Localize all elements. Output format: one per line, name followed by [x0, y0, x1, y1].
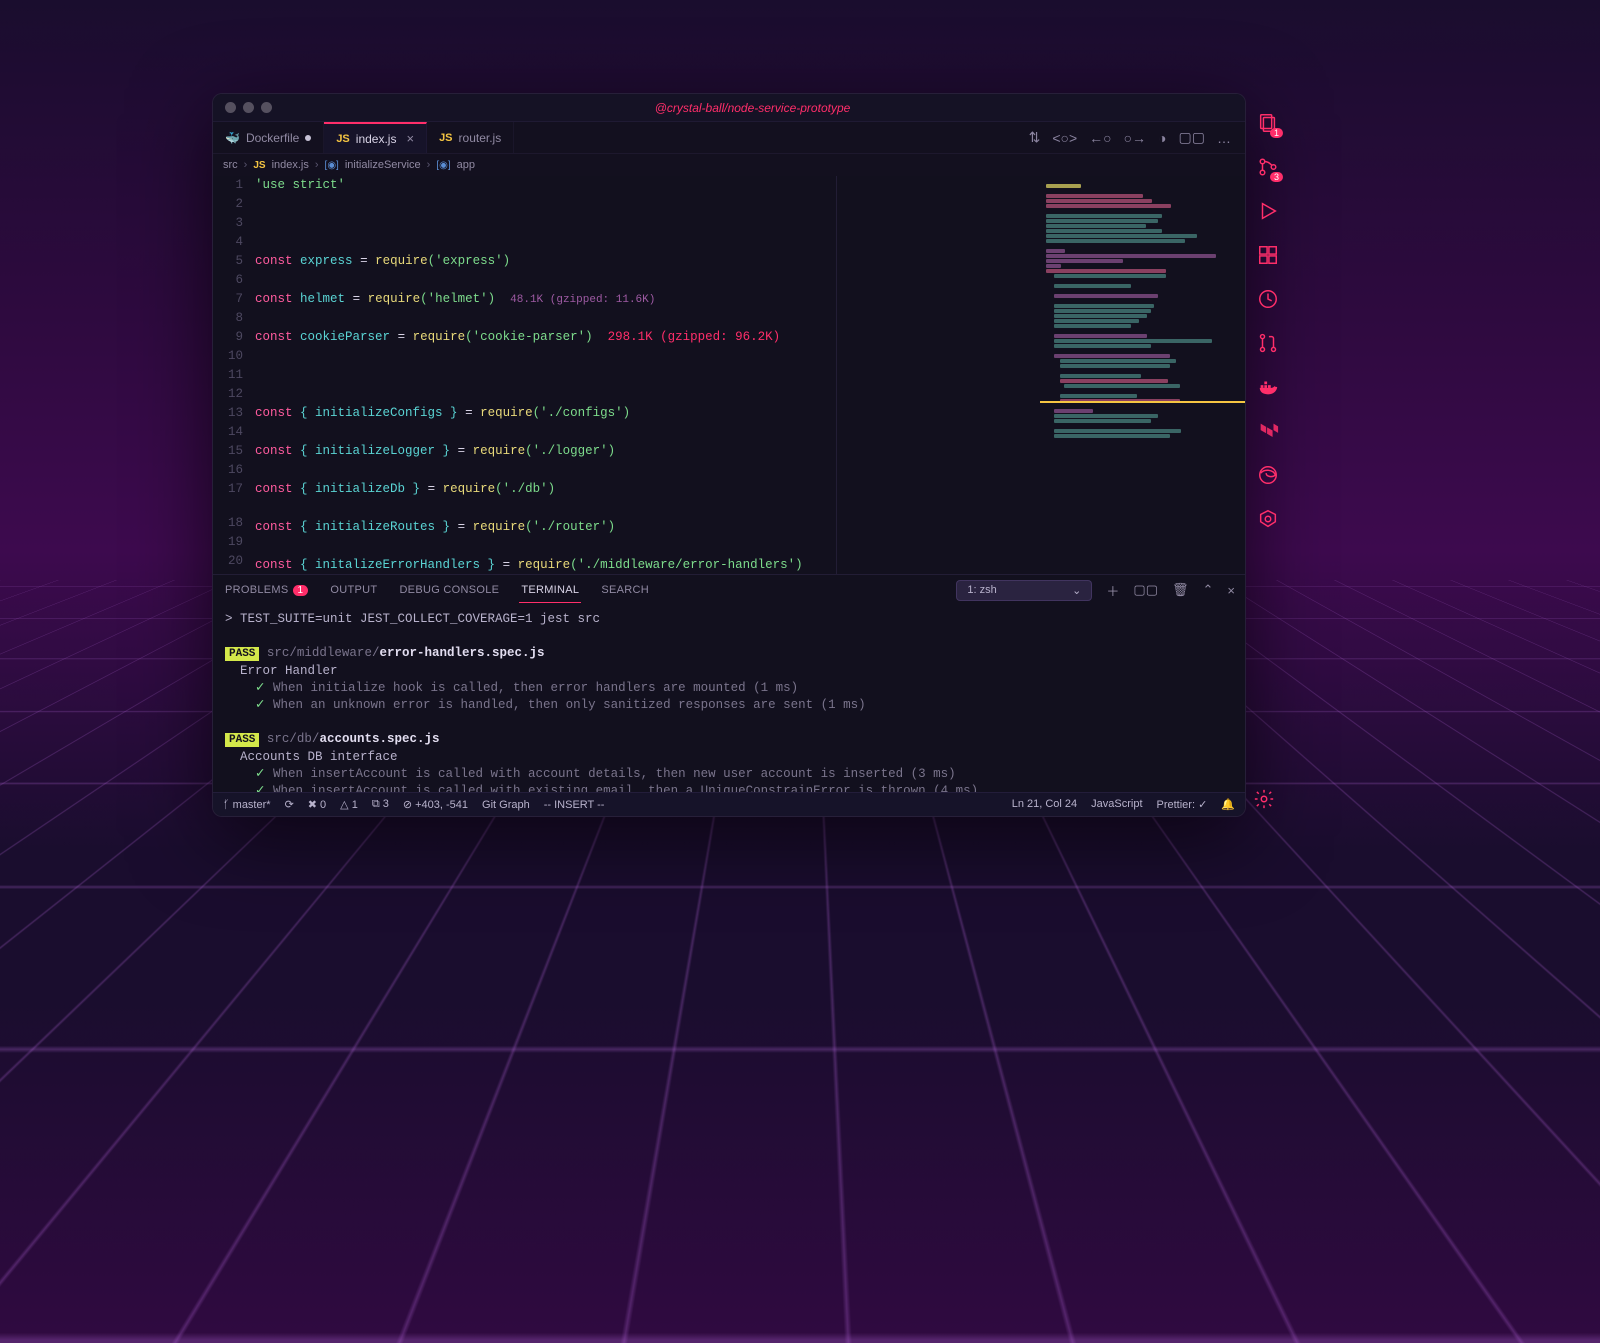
code-editor[interactable]: 1234567891011121314151617181920212223242…	[213, 176, 1040, 574]
chevron-down-icon: ⌄	[1072, 584, 1081, 597]
explorer-icon[interactable]: 1	[1255, 110, 1281, 136]
git-graph[interactable]: Git Graph	[482, 799, 530, 811]
diff-icon[interactable]: <○>	[1052, 130, 1077, 146]
docker-icon[interactable]	[1255, 374, 1281, 400]
git-branch[interactable]: ᚶ master*	[223, 799, 271, 811]
tab-bar: 🐳 Dockerfile JS index.js × JS router.js …	[213, 122, 1245, 154]
run-icon[interactable]: ◑	[1158, 130, 1166, 146]
tab-dockerfile[interactable]: 🐳 Dockerfile	[213, 122, 324, 153]
terminal-select[interactable]: 1: zsh⌄	[956, 580, 1092, 601]
terminal-output[interactable]: > TEST_SUITE=unit JEST_COLLECT_COVERAGE=…	[213, 605, 1245, 792]
cursor-position[interactable]: Ln 21, Col 24	[1012, 798, 1077, 811]
minimap[interactable]	[1040, 176, 1245, 574]
status-bar: ᚶ master* ⟳ ✖ 0 △ 1 ⧉ 3 ⊘ +403, -541 Git…	[213, 792, 1245, 816]
js-icon: JS	[439, 132, 452, 144]
docker-icon: 🐳	[225, 131, 240, 145]
search-tab[interactable]: SEARCH	[599, 578, 651, 602]
notifications-icon[interactable]: 🔔	[1221, 798, 1235, 811]
extensions-icon[interactable]	[1255, 242, 1281, 268]
split-terminal-icon[interactable]: ▢▢	[1133, 582, 1158, 598]
diff-stat[interactable]: ⊘ +403, -541	[403, 798, 468, 811]
sync-icon[interactable]: ⟳	[285, 798, 294, 811]
modified-indicator	[305, 135, 311, 141]
run-debug-icon[interactable]	[1255, 198, 1281, 224]
problems-tab[interactable]: PROBLEMS1	[223, 578, 310, 602]
prev-change-icon[interactable]: ←○	[1089, 130, 1111, 146]
next-change-icon[interactable]: ○→	[1124, 130, 1146, 146]
tab-index-js[interactable]: JS index.js ×	[324, 122, 427, 153]
traffic-lights[interactable]	[225, 102, 272, 113]
split-editor-icon[interactable]: ▢▢	[1179, 129, 1205, 146]
warning-count[interactable]: △ 1	[340, 798, 358, 811]
debug-console-tab[interactable]: DEBUG CONSOLE	[397, 578, 501, 602]
js-icon: JS	[253, 160, 265, 171]
error-count[interactable]: ✖ 0	[308, 798, 326, 811]
prettier-status[interactable]: Prettier: ✓	[1157, 798, 1208, 811]
kubernetes-icon[interactable]	[1255, 506, 1281, 532]
source-control-icon[interactable]: 3	[1255, 154, 1281, 180]
references[interactable]: ⧉ 3	[372, 798, 389, 811]
editor-actions: ⇅ <○> ←○ ○→ ◑ ▢▢ …	[1015, 122, 1245, 153]
js-icon: JS	[336, 133, 349, 145]
more-icon[interactable]: …	[1217, 130, 1231, 146]
titlebar[interactable]: @crystal-ball/node-service-prototype	[213, 94, 1245, 122]
gitlens-icon[interactable]	[1255, 286, 1281, 312]
trash-icon[interactable]: 🗑	[1172, 582, 1189, 598]
terminal-tab[interactable]: TERMINAL	[519, 578, 581, 603]
new-terminal-icon[interactable]: ＋	[1106, 581, 1119, 600]
symbol-icon: [◉]	[325, 160, 339, 171]
bottom-panel: PROBLEMS1 OUTPUT DEBUG CONSOLE TERMINAL …	[213, 574, 1245, 792]
vim-mode: -- INSERT --	[544, 799, 605, 811]
pull-request-icon[interactable]	[1255, 330, 1281, 356]
edge-icon[interactable]	[1255, 462, 1281, 488]
compare-icon[interactable]: ⇅	[1029, 129, 1041, 146]
tab-router-js[interactable]: JS router.js	[427, 122, 514, 153]
terraform-icon[interactable]	[1255, 418, 1281, 444]
close-icon[interactable]: ×	[406, 131, 414, 146]
maximize-panel-icon[interactable]: ⌃	[1203, 582, 1214, 598]
window-title: @crystal-ball/node-service-prototype	[272, 101, 1233, 115]
editor-window: @crystal-ball/node-service-prototype 🐳 D…	[212, 93, 1246, 817]
language-mode[interactable]: JavaScript	[1091, 798, 1142, 811]
output-tab[interactable]: OUTPUT	[328, 578, 379, 602]
activity-bar: 1 3	[1248, 102, 1288, 532]
symbol-icon: [◉]	[436, 160, 450, 171]
line-gutter: 1234567891011121314151617181920212223242…	[213, 176, 253, 574]
close-panel-icon[interactable]: ×	[1227, 583, 1235, 598]
settings-gear-icon[interactable]	[1253, 788, 1275, 815]
breadcrumb[interactable]: src› JS index.js› [◉] initializeService›…	[213, 154, 1245, 176]
